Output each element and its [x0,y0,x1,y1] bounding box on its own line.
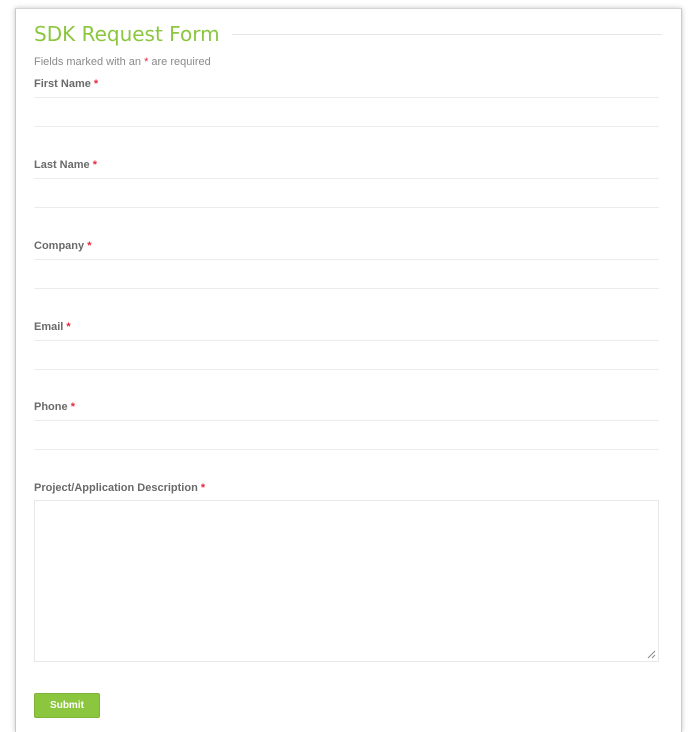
last-name-input[interactable] [34,178,659,208]
required-star: * [70,401,75,413]
form-header: SDK Request Form [34,20,662,54]
required-star: * [66,321,71,333]
last-name-label: Last Name * [34,158,97,172]
required-note-suffix: are required [151,56,211,68]
form-title: SDK Request Form [34,20,232,48]
form-container: SDK Request Form Fields marked with an *… [15,8,682,732]
email-label: Email * [34,320,71,334]
description-label: Project/Application Description * [34,481,205,495]
phone-label: Phone * [34,400,75,414]
email-label-text: Email [34,321,64,333]
last-name-label-text: Last Name [34,159,90,171]
resize-handle-icon[interactable] [646,649,656,659]
required-star: * [87,240,92,252]
required-star: * [200,482,206,494]
required-star: * [92,159,97,171]
required-note-prefix: Fields marked with an [34,56,141,68]
company-label: Company * [34,239,91,253]
phone-label-text: Phone [34,401,68,413]
required-fields-note: Fields marked with an * are required [34,55,211,69]
first-name-label-text: First Name [34,78,91,90]
required-star: * [93,78,99,90]
email-input[interactable] [34,340,659,370]
first-name-label: First Name * [34,77,98,91]
required-star: * [144,56,149,68]
description-textarea[interactable] [34,500,659,662]
company-label-text: Company [34,240,85,252]
submit-button[interactable]: Submit [34,693,100,718]
first-name-input[interactable] [34,97,659,127]
phone-input[interactable] [34,420,659,450]
company-input[interactable] [34,259,659,289]
description-label-text: Project/Application Description [34,482,198,494]
